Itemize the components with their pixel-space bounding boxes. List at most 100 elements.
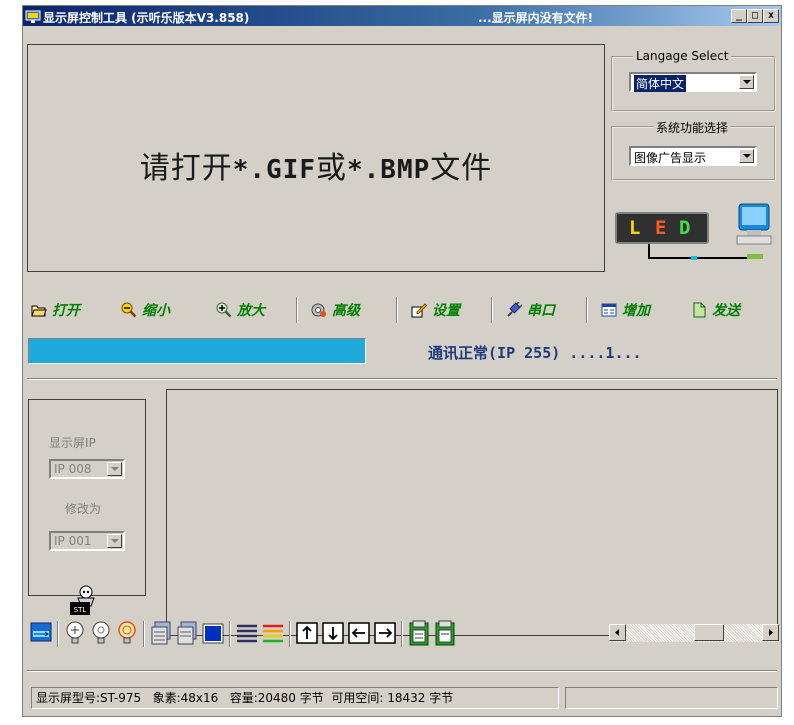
display-ip-value: IP 008 (54, 462, 92, 476)
clipboard-off-icon[interactable] (433, 619, 457, 647)
add-button-label: 增加 (622, 303, 650, 319)
add-button[interactable]: 增加 (601, 300, 650, 320)
function-select-legend: 系统功能选择 (653, 119, 732, 136)
stl-mascot-icon: STL (70, 585, 95, 615)
language-select-legend: Langage Select (633, 49, 732, 63)
horizontal-scrollbar[interactable] (609, 624, 779, 642)
toolbar-separator (143, 621, 145, 647)
svg-text:STL: STL (74, 606, 87, 614)
computer-icon (648, 203, 772, 260)
language-select[interactable]: 简体中文 (629, 72, 757, 92)
serial-port-label: 串口 (527, 303, 555, 319)
scroll-thumb[interactable] (694, 624, 724, 641)
comm-status-label: 通讯正常 (428, 344, 489, 362)
app-icon (25, 10, 41, 23)
display-ip-label: 显示屏IP (49, 436, 96, 450)
add-list-icon (601, 303, 617, 317)
send-button[interactable]: 发送 (691, 300, 740, 320)
open-button-label: 打开 (52, 303, 80, 319)
lightbulb-on-icon[interactable] (115, 619, 139, 647)
led-logo: L E D (613, 202, 773, 268)
toolbar-separator (229, 621, 231, 647)
arrow-right-box-icon[interactable] (373, 619, 397, 647)
arrow-down-box-icon[interactable] (321, 619, 345, 647)
close-button[interactable]: x (763, 9, 779, 23)
content-work-area[interactable] (166, 389, 778, 636)
toolbar-separator (296, 297, 298, 323)
scroll-left-button[interactable] (609, 624, 626, 641)
advanced-button-label: 高级 (332, 303, 360, 319)
display-ip-select[interactable]: IP 008 (49, 459, 125, 479)
divider (27, 670, 777, 672)
title-bar[interactable]: 显示屏控制工具 (示听乐版本V3.858) ...显示屏内没有文件! _ □ x (23, 6, 781, 26)
clipboard-on-icon[interactable] (407, 619, 431, 647)
settings-edit-icon (411, 303, 427, 318)
zoom-out-label: 缩小 (142, 303, 170, 319)
language-select-value: 简体中文 (634, 75, 687, 92)
main-window: 显示屏控制工具 (示听乐版本V3.858) ...显示屏内没有文件! _ □ x… (22, 5, 782, 717)
lines-icon[interactable] (235, 619, 259, 647)
zoom-out-button[interactable]: 缩小 (121, 300, 170, 320)
arrow-left-icon (615, 629, 619, 636)
folder-open-icon (31, 305, 47, 317)
status-model: 显示屏型号:ST-975 (36, 691, 142, 705)
lightbulb-icon[interactable] (89, 619, 113, 647)
advanced-button[interactable]: 高级 (311, 300, 360, 320)
toolbar-separator (401, 621, 403, 647)
toolbar-separator (289, 621, 291, 647)
language-select-group: Langage Select 简体中文 (611, 49, 776, 112)
chevron-down-icon[interactable] (739, 149, 754, 163)
chevron-down-icon[interactable] (107, 462, 122, 476)
arrow-right-icon (769, 629, 773, 636)
function-select-group: 系统功能选择 图像广告显示 (611, 119, 776, 181)
lightbulb-outline-icon[interactable] (63, 619, 87, 647)
status-free-space: 可用空间: 18432 字节 (331, 691, 454, 705)
change-ip-value: IP 001 (54, 534, 92, 548)
window-title: 显示屏控制工具 (示听乐版本V3.858) (43, 11, 250, 25)
status-pixels: 象素:48x16 (152, 691, 219, 705)
document-stack-2-icon[interactable] (175, 619, 199, 647)
send-button-label: 发送 (712, 303, 740, 319)
change-to-label: 修改为 (65, 502, 102, 516)
minimize-button[interactable]: _ (731, 9, 747, 23)
settings-button-label: 设置 (432, 303, 460, 319)
serial-port-button[interactable]: 串口 (506, 300, 555, 320)
status-panel-extra (565, 687, 778, 709)
zoom-in-label: 放大 (237, 303, 265, 319)
chevron-down-icon[interactable] (107, 534, 122, 548)
serial-plug-icon (507, 302, 522, 317)
status-capacity: 容量:20480 字节 (229, 691, 324, 705)
open-file-prompt: 请打开*.GIF或*.BMP文件 (139, 151, 493, 186)
divider (27, 378, 777, 380)
zoom-in-icon (216, 302, 232, 318)
settings-button[interactable]: 设置 (411, 300, 460, 320)
advanced-settings-icon (311, 303, 326, 317)
arrow-left-box-icon[interactable] (347, 619, 371, 647)
toolbar-separator (586, 297, 588, 323)
window-status-text: ...显示屏内没有文件! (478, 11, 594, 25)
comm-status-detail: (IP 255) ....1... (488, 344, 642, 362)
zoom-in-button[interactable]: 放大 (216, 300, 265, 320)
document-stack-icon[interactable] (149, 619, 173, 647)
change-ip-select[interactable]: IP 001 (49, 531, 125, 551)
zoom-out-icon (121, 302, 137, 318)
send-document-icon (693, 302, 706, 318)
ip-panel: 显示屏IP IP 008 修改为 IP 001 (28, 399, 146, 596)
maximize-button[interactable]: □ (747, 9, 763, 23)
transfer-progress-bar (28, 338, 366, 364)
toolbar-separator (491, 297, 493, 323)
function-select-value: 图像广告显示 (634, 151, 707, 165)
open-button[interactable]: 打开 (31, 300, 80, 320)
screen-swap-icon[interactable] (29, 619, 53, 647)
chevron-down-icon[interactable] (739, 75, 754, 89)
status-panel-info: 显示屏型号:ST-975 象素:48x16 容量:20480 字节 可用空间: … (31, 687, 559, 709)
arrow-up-box-icon[interactable] (295, 619, 319, 647)
comm-status: 通讯正常(IP 255) ....1... (428, 342, 642, 363)
toolbar-separator (396, 297, 398, 323)
blue-square-icon[interactable] (201, 619, 225, 647)
function-select[interactable]: 图像广告显示 (629, 146, 757, 166)
color-lines-icon[interactable] (261, 619, 285, 647)
scroll-right-button[interactable] (762, 624, 779, 641)
toolbar-separator (57, 621, 59, 647)
image-preview-area[interactable]: 请打开*.GIF或*.BMP文件 (27, 44, 605, 272)
